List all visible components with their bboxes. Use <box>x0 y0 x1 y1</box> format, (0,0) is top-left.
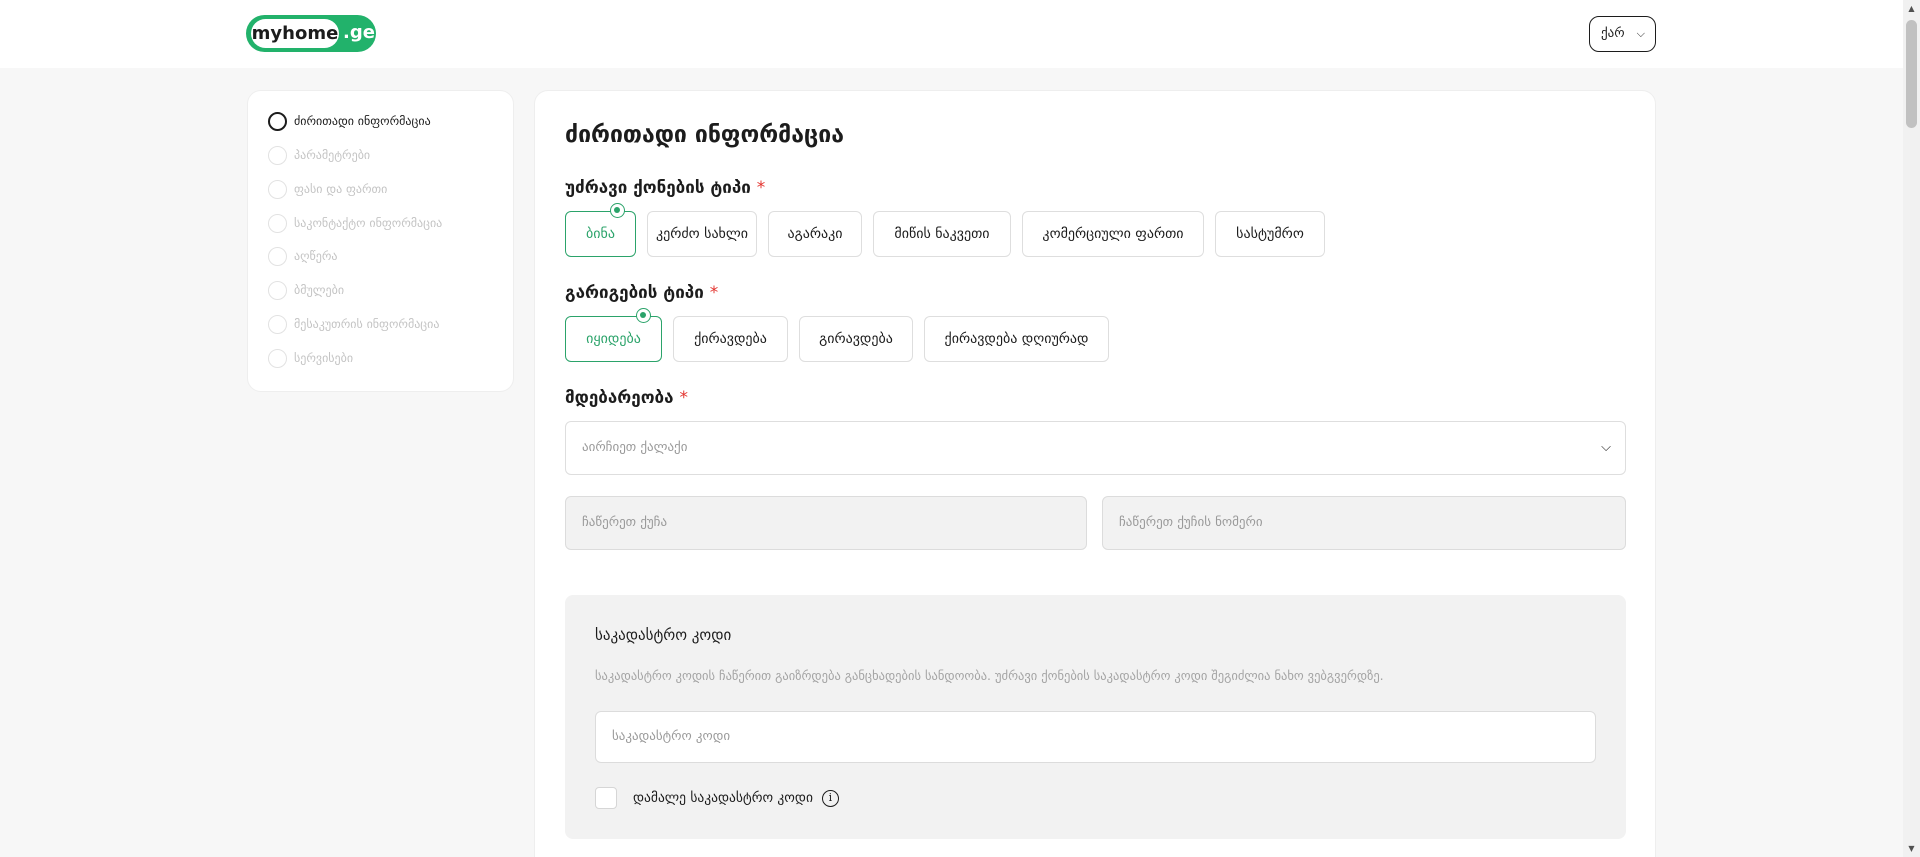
chip-label: ქირავდება <box>694 331 767 347</box>
cadastral-description: საკადასტრო კოდის ჩაწერით გაიზრდება განცხ… <box>595 668 1384 683</box>
chip-for-pledge[interactable]: გირავდება <box>799 316 913 362</box>
scroll-thumb[interactable] <box>1906 20 1917 128</box>
deal-type-heading: გარიგების ტიპი * <box>565 283 718 303</box>
sidebar-step-description[interactable]: აღწერა <box>268 246 337 266</box>
step-label: ძირითადი ინფორმაცია <box>294 114 431 128</box>
chevron-down-icon: ⌵ <box>1601 440 1611 455</box>
step-circle-icon <box>268 280 287 300</box>
cadastral-title: საკადასტრო კოდი <box>595 626 732 644</box>
chip-label: გირავდება <box>819 331 893 347</box>
chip-for-sale[interactable]: იყიდება <box>565 308 662 362</box>
step-label: ფასი და ფართი <box>294 182 388 196</box>
chip-apartment[interactable]: ბინა <box>565 203 636 257</box>
chip-daily-rent[interactable]: ქირავდება დღიურად <box>924 316 1109 362</box>
chip-label: სასტუმრო <box>1236 226 1304 242</box>
step-circle-icon <box>268 246 287 266</box>
required-mark: * <box>709 283 719 303</box>
logo[interactable]: myhome .ge <box>246 15 376 52</box>
page-title: ძირითადი ინფორმაცია <box>565 122 844 148</box>
chip-label: კომერციული ფართი <box>1042 226 1184 242</box>
step-circle-icon <box>268 179 287 199</box>
street-number-input-placeholder: ჩაწერეთ ქუჩის ნომერი <box>1119 515 1263 530</box>
location-label: მდებარეობა <box>565 388 674 408</box>
sidebar-step-parameters[interactable]: პარამეტრები <box>268 145 370 165</box>
required-mark: * <box>679 388 688 408</box>
header: myhome .ge ქარ ⌵ <box>0 0 1920 68</box>
step-label: აღწერა <box>294 249 338 263</box>
deal-type-label: გარიგების ტიპი <box>565 283 704 303</box>
location-heading: მდებარეობა * <box>565 388 688 408</box>
chip-label: ბინა <box>586 226 615 242</box>
hide-cadastral-label[interactable]: დამალე საკადასტრო კოდი <box>633 790 813 806</box>
sidebar-step-owner-info[interactable]: მესაკუთრის ინფორმაცია <box>268 314 439 334</box>
cadastral-code-input[interactable]: საკადასტრო კოდი <box>595 711 1596 763</box>
cadastral-input-placeholder: საკადასტრო კოდი <box>612 729 731 744</box>
step-label: სერვისები <box>294 351 354 365</box>
sidebar-step-contact-info[interactable]: საკონტაქტო ინფორმაცია <box>268 213 442 233</box>
required-mark: * <box>756 178 766 198</box>
language-selector[interactable]: ქარ ⌵ <box>1589 16 1656 52</box>
info-icon[interactable]: i <box>821 789 839 807</box>
chip-label: ქირავდება დღიურად <box>944 331 1089 347</box>
property-type-heading: უძრავი ქონების ტიპი * <box>565 178 765 198</box>
property-type-label: უძრავი ქონების ტიპი <box>565 178 751 198</box>
chip-label: კერძო სახლი <box>655 226 749 242</box>
step-label: მესაკუთრის ინფორმაცია <box>294 317 440 331</box>
city-select[interactable]: აირჩიეთ ქალაქი ⌵ <box>565 421 1626 475</box>
sidebar-step-links[interactable]: ბმულები <box>268 280 344 300</box>
step-label: პარამეტრები <box>294 148 371 162</box>
chevron-down-icon: ⌵ <box>1636 27 1645 40</box>
selected-radio-icon <box>636 308 651 323</box>
step-circle-icon <box>268 145 287 165</box>
sidebar-step-services[interactable]: სერვისები <box>268 348 353 368</box>
step-circle-icon <box>268 348 287 368</box>
page-scrollbar[interactable]: ▲ ▼ <box>1903 0 1920 857</box>
hide-cadastral-checkbox[interactable] <box>595 787 617 809</box>
chip-label: იყიდება <box>586 331 641 347</box>
selected-radio-icon <box>610 203 625 218</box>
sidebar-step-price-area[interactable]: ფასი და ფართი <box>268 179 387 199</box>
chip-label: მიწის ნაკვეთი <box>894 226 990 242</box>
scroll-down-arrow-icon[interactable]: ▼ <box>1903 840 1920 857</box>
form-card: ძირითადი ინფორმაცია უძრავი ქონების ტიპი … <box>534 90 1656 857</box>
chip-label: აგარაკი <box>787 226 843 242</box>
scroll-up-arrow-icon[interactable]: ▲ <box>1903 0 1920 17</box>
step-circle-icon <box>268 314 287 334</box>
chip-land-plot[interactable]: მიწის ნაკვეთი <box>873 211 1011 257</box>
step-label: ბმულები <box>294 283 345 297</box>
chip-private-house[interactable]: კერძო სახლი <box>647 211 757 257</box>
chip-hotel[interactable]: სასტუმრო <box>1215 211 1325 257</box>
chip-for-rent[interactable]: ქირავდება <box>673 316 788 362</box>
street-input-placeholder: ჩაწერეთ ქუჩა <box>582 515 668 530</box>
step-circle-icon <box>268 111 287 131</box>
step-label: საკონტაქტო ინფორმაცია <box>294 216 443 230</box>
logo-text: myhome <box>251 19 339 48</box>
language-label: ქარ <box>1601 26 1625 41</box>
chip-country-house[interactable]: აგარაკი <box>768 211 862 257</box>
hide-cadastral-row: დამალე საკადასტრო კოდი i <box>595 787 839 809</box>
street-number-input[interactable]: ჩაწერეთ ქუჩის ნომერი <box>1102 496 1626 550</box>
street-input[interactable]: ჩაწერეთ ქუჩა <box>565 496 1087 550</box>
logo-tld: .ge <box>343 22 375 43</box>
step-circle-icon <box>268 213 287 233</box>
sidebar-step-basic-info[interactable]: ძირითადი ინფორმაცია <box>268 111 431 131</box>
city-select-placeholder: აირჩიეთ ქალაქი <box>582 440 688 455</box>
cadastral-section: საკადასტრო კოდი საკადასტრო კოდის ჩაწერით… <box>565 595 1626 839</box>
chip-commercial-space[interactable]: კომერციული ფართი <box>1022 211 1204 257</box>
steps-sidebar: ძირითადი ინფორმაცია პარამეტრები ფასი და … <box>247 90 514 392</box>
